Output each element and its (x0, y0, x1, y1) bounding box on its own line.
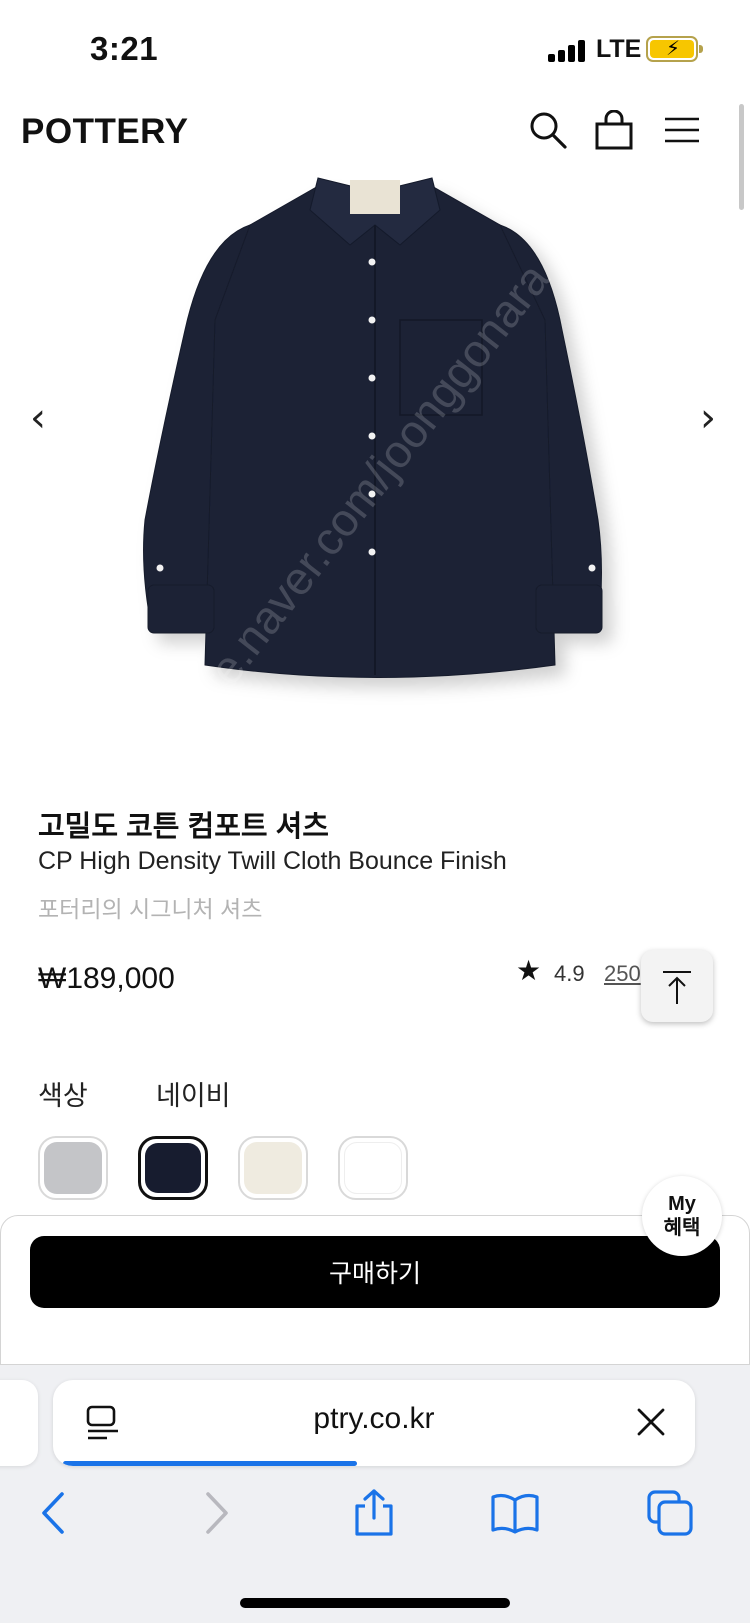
color-swatch[interactable] (38, 1136, 108, 1200)
back-icon[interactable] (30, 1488, 80, 1538)
color-swatch-fill (244, 1142, 302, 1194)
product-subtitle: 포터리의 시그니처 셔츠 (38, 896, 263, 922)
page-load-progress (63, 1461, 357, 1466)
signal-icon (548, 38, 588, 62)
bookmarks-icon[interactable] (490, 1488, 540, 1538)
color-swatch[interactable] (238, 1136, 308, 1200)
product-name-ko: 고밀도 코튼 컴포트 셔츠 (38, 811, 329, 843)
url-text[interactable]: ptry.co.kr (53, 1402, 695, 1436)
product-image[interactable]: cafe.naver.com/joonggonara (0, 170, 750, 743)
menu-icon[interactable] (662, 110, 702, 150)
network-label: LTE (596, 35, 642, 63)
my-benefit-line2: 혜택 (663, 1217, 701, 1239)
star-icon: ★ (516, 954, 542, 987)
scroll-to-top-button[interactable] (641, 950, 713, 1022)
color-label: 색상 (38, 1081, 88, 1111)
color-swatch[interactable] (138, 1136, 208, 1200)
color-swatch-fill (344, 1142, 402, 1194)
home-indicator[interactable] (240, 1598, 510, 1608)
color-swatch-fill (145, 1143, 201, 1193)
status-bar: 3:21 LTE ⚡ (0, 0, 750, 100)
previous-tab-card[interactable] (0, 1380, 38, 1466)
carousel-prev-arrow[interactable]: ‹ (30, 395, 46, 441)
product-price: ₩189,000 (38, 962, 175, 995)
site-header: POTTERY (0, 100, 750, 166)
arrow-up-icon (663, 971, 691, 1004)
site-logo[interactable]: POTTERY (21, 112, 189, 152)
color-swatch-fill (44, 1142, 102, 1194)
color-swatch[interactable] (338, 1136, 408, 1200)
address-bar[interactable]: ptry.co.kr (53, 1380, 695, 1466)
forward-icon[interactable] (190, 1488, 240, 1538)
carousel-next-arrow[interactable]: › (700, 395, 716, 441)
battery-icon: ⚡ (646, 36, 703, 62)
stop-loading-icon[interactable] (635, 1406, 667, 1438)
rating-value: 4.9 (554, 961, 585, 986)
search-icon[interactable] (528, 110, 568, 150)
my-benefit-button[interactable]: My 혜택 (642, 1176, 722, 1256)
status-time: 3:21 (90, 30, 159, 67)
my-benefit-line1: My (668, 1193, 696, 1215)
selected-color-name: 네이비 (156, 1081, 231, 1111)
shopping-bag-icon[interactable] (594, 110, 634, 150)
tabs-icon[interactable] (645, 1488, 695, 1538)
review-count-link[interactable]: 250 (604, 961, 641, 987)
buy-button[interactable]: 구매하기 (30, 1236, 720, 1308)
product-name-en: CP High Density Twill Cloth Bounce Finis… (38, 847, 507, 875)
share-icon[interactable] (349, 1488, 399, 1538)
